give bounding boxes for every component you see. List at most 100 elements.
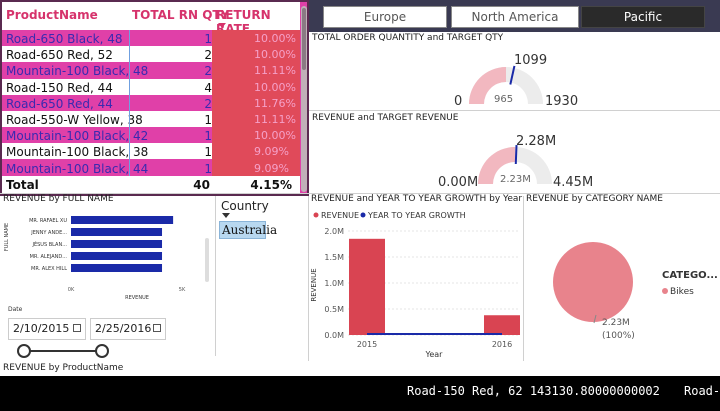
hbar-bar[interactable]	[71, 252, 163, 260]
col-header-productname[interactable]: ProductName	[6, 8, 98, 22]
ticker-item: Road-150 Red, 62 143130.80000000002	[407, 384, 660, 398]
hbar-bar[interactable]	[71, 264, 163, 272]
cell-product-name: Road-550-W Yellow, 38	[6, 113, 143, 127]
revenue-year-chart: REVENUE YEAR TO YEAR GROWTH REVENUE 0.0M…	[310, 211, 520, 359]
chevron-down-icon[interactable]	[222, 213, 230, 218]
date-label: Date	[8, 306, 23, 313]
cell-return-rate: 10.00%	[254, 129, 296, 143]
hbar-title: REVENUE by FULL NAME	[3, 194, 114, 204]
revenue-bar[interactable]	[349, 238, 385, 335]
gauge-quantity-title: TOTAL ORDER QUANTITY and TARGET QTY	[312, 33, 504, 43]
total-qty: 40	[193, 178, 210, 192]
x-tick-label: 2016	[492, 340, 512, 349]
sort-desc-icon	[218, 23, 226, 28]
category-pie-chart: 2.23M (100%) CATEGO... Bikes	[553, 242, 718, 341]
hbar-xlabel: REVENUE	[125, 295, 149, 301]
date-end-input[interactable]: 2/25/2016	[90, 318, 166, 340]
cell-qty: 1	[204, 145, 212, 160]
cell-return-rate: 10.00%	[254, 48, 296, 62]
table-scrollbar-thumb[interactable]	[302, 8, 306, 70]
total-rate: 4.15%	[250, 178, 292, 192]
cell-qty: 4	[204, 80, 212, 95]
tab-europe[interactable]: Europe	[323, 6, 447, 28]
date-range-track[interactable]	[24, 350, 102, 352]
y-tick-label: 1.5M	[324, 253, 344, 262]
revenue-bar[interactable]	[484, 315, 520, 335]
y-tick-label: 2.0M	[324, 227, 344, 236]
gauge-quantity-min: 0	[454, 94, 463, 109]
hbar-bar[interactable]	[71, 228, 163, 236]
country-slicer-title: Country	[221, 199, 269, 213]
region-slicer: Europe North America Pacific	[309, 0, 720, 32]
pie-chart-title: REVENUE by CATEGORY NAME	[526, 194, 663, 204]
cell-product-name: Mountain-100 Black, 48	[6, 64, 149, 79]
hbar-scrollbar[interactable]	[205, 238, 209, 282]
column-xlabel: Year	[425, 350, 444, 359]
cell-return-rate: 9.09%	[254, 145, 289, 159]
tab-pacific[interactable]: Pacific	[581, 6, 705, 28]
panel-divider	[309, 110, 720, 111]
gauge-revenue-value: 2.23M	[500, 174, 531, 185]
hbar-category-label: MR. ALEJAND...	[30, 254, 68, 260]
gauge-quantity-value: 965	[494, 94, 514, 105]
column-ylabel: REVENUE	[310, 268, 318, 301]
date-start-input[interactable]: 2/10/2015	[8, 318, 86, 340]
y-tick-label: 0.5M	[324, 305, 344, 314]
cell-product-name: Road-150 Red, 44	[6, 80, 113, 95]
cell-return-rate: 11.11%	[254, 113, 296, 126]
calendar-icon[interactable]	[73, 324, 81, 332]
pie-label-pct: (100%)	[602, 331, 635, 341]
date-range-end-handle[interactable]	[95, 344, 109, 358]
y-tick-label: 0.0M	[324, 331, 344, 340]
calendar-icon[interactable]	[153, 324, 161, 332]
cell-return-rate: 9.09%	[254, 161, 289, 175]
gauge-revenue-target: 2.28M	[516, 134, 557, 149]
y-tick-label: 1.0M	[324, 279, 344, 288]
col-header-total-rn-qty[interactable]: TOTAL RN QTY	[132, 8, 229, 22]
legend-revenue: REVENUE	[321, 211, 359, 220]
hbar-bar[interactable]	[71, 216, 174, 224]
table-total-row: Total 40 4.15%	[2, 176, 300, 194]
cell-product-name: Mountain-100 Black, 42	[6, 129, 149, 144]
tab-north-america[interactable]: North America	[451, 6, 579, 28]
cell-return-rate: 11.76%	[254, 96, 296, 110]
date-end-value: 2/25/2016	[95, 322, 152, 335]
date-range-start-handle[interactable]	[17, 344, 31, 358]
hbar-category-label: JENNY ANDE...	[30, 230, 67, 236]
gauge-revenue-max: 4.45M	[553, 175, 594, 190]
hbar-ylabel: FULL NAME	[4, 223, 10, 251]
gauge-revenue-title: REVENUE and TARGET REVENUE	[312, 113, 459, 123]
cell-qty: 1	[204, 129, 212, 144]
pie-legend-bikes[interactable]: Bikes	[670, 287, 694, 297]
legend-growth: YEAR TO YEAR GROWTH	[367, 211, 466, 220]
pie-legend-title: CATEGO...	[662, 270, 718, 281]
ticker-item-partial: Road-	[684, 384, 720, 398]
column-divider	[129, 30, 130, 176]
hbar-tick-0: 0K	[68, 287, 75, 293]
hbar-category-label: MR. RAFAEL XU	[29, 218, 67, 224]
cell-return-rate: 11.11%	[254, 64, 296, 78]
pie-label-value: 2.23M	[602, 318, 630, 328]
pie-slice-bikes[interactable]	[553, 242, 633, 322]
cell-product-name: Mountain-100 Black, 38	[6, 145, 149, 160]
cell-qty: 1	[204, 161, 212, 176]
legend-growth-marker	[360, 212, 366, 218]
hbar-tick-1: 5K	[179, 287, 186, 293]
hbar-category-label: JÉSUS BLAN...	[32, 240, 68, 248]
legend-revenue-marker	[313, 212, 319, 218]
country-option-australia[interactable]: Australia	[219, 221, 277, 239]
cell-return-rate: 10.00%	[254, 80, 296, 94]
gauge-revenue-min: 0.00M	[438, 175, 479, 190]
date-start-value: 2/10/2015	[13, 322, 70, 335]
hbar-category-label: MR. ALEX HILL	[31, 266, 67, 272]
cell-product-name: Road-650 Black, 48	[6, 32, 123, 46]
pie-legend-marker	[662, 288, 668, 294]
bottom-chart-title: REVENUE by ProductName	[3, 363, 124, 373]
cell-qty: 2	[204, 48, 212, 63]
table-header: ProductName TOTAL RN QTY RETURN RATE	[2, 2, 300, 36]
x-tick-label: 2015	[357, 340, 377, 349]
hbar-bar[interactable]	[71, 240, 163, 248]
total-label: Total	[6, 178, 39, 192]
cell-product-name: Mountain-100 Black, 44	[6, 161, 149, 176]
product-return-table[interactable]: ProductName TOTAL RN QTY RETURN RATE Roa…	[0, 0, 309, 196]
